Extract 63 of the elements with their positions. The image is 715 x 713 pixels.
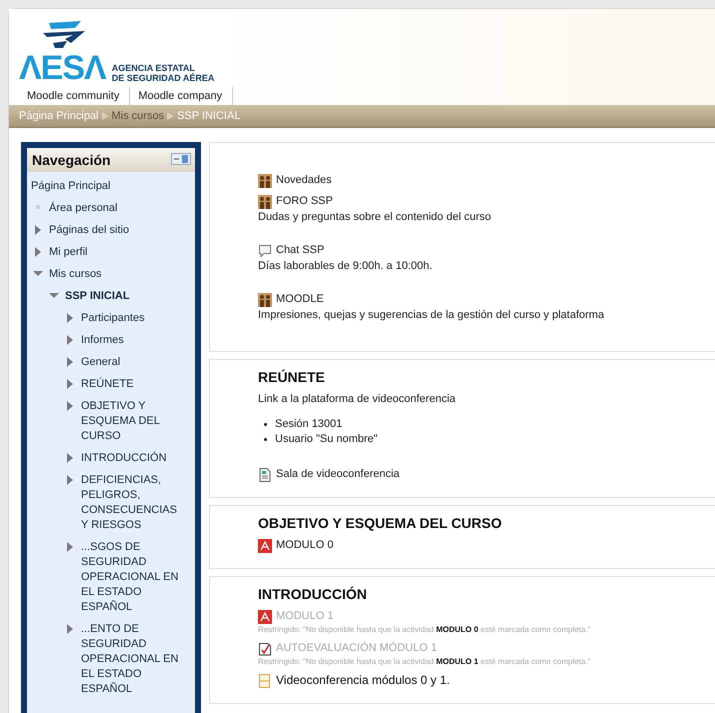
pdf-icon[interactable] bbox=[258, 538, 272, 552]
activity-link[interactable]: Videoconferencia módulos 0 y 1. bbox=[276, 673, 450, 688]
nav-link[interactable]: INTRODUCCIÓN bbox=[81, 451, 175, 466]
nav-link[interactable]: SSP INICIAL bbox=[65, 289, 138, 304]
nav-link[interactable]: ...ENTO DE SEGURIDAD OPERACIONAL EN EL ESTADO ESPAÑOL bbox=[81, 622, 193, 697]
section-summary: Link a la plataforma de videoconferencia bbox=[258, 392, 457, 407]
caret-down-icon[interactable] bbox=[49, 291, 59, 301]
wings-icon bbox=[41, 21, 87, 49]
nav-link[interactable]: Participantes bbox=[81, 311, 153, 326]
dock-toggle-icon[interactable] bbox=[171, 153, 191, 165]
block-title: Navegación bbox=[32, 152, 111, 168]
caret-right-icon[interactable] bbox=[65, 624, 75, 634]
caret-right-icon[interactable] bbox=[65, 453, 75, 463]
checked-page-icon[interactable] bbox=[258, 642, 272, 656]
pdf-icon[interactable] bbox=[258, 610, 272, 624]
forum-people-icon[interactable] bbox=[258, 194, 272, 208]
file-icon[interactable] bbox=[258, 674, 272, 688]
activity-description: Días laborables de 9:00h. a 10:00h. bbox=[258, 259, 434, 274]
forum-people-icon[interactable] bbox=[258, 174, 272, 188]
caret-right-icon[interactable] bbox=[65, 313, 75, 323]
nav-link[interactable]: OBJETIVO Y ESQUEMA DEL CURSO bbox=[81, 399, 193, 444]
caret-right-icon[interactable] bbox=[65, 401, 75, 411]
restriction-note: Restringido: "No disponible hasta que la actividad MODULO 0 esté marcada como completa." bbox=[258, 624, 592, 636]
nav-link[interactable]: General bbox=[81, 355, 128, 370]
nav-link[interactable]: REÚNETE bbox=[81, 377, 142, 392]
nav-link[interactable]: ...SGOS DE SEGURIDAD OPERACIONAL EN EL ESTADO ESPAÑOL bbox=[81, 540, 193, 615]
nav-link[interactable]: DEFICIENCIAS, PELIGROS, CONSECUENCIAS Y RIESGOS bbox=[81, 473, 193, 533]
caret-right-icon[interactable] bbox=[65, 542, 75, 552]
nav-link[interactable]: Páginas del sitio bbox=[49, 223, 138, 238]
list-text: Usuario "Su nombre" bbox=[275, 432, 378, 447]
section-title: INTRODUCCIÓN bbox=[258, 585, 368, 603]
caret-right-icon[interactable] bbox=[33, 247, 43, 257]
activity-description: Impresiones, quejas y sugerencias de la gestión del curso y plataforma bbox=[258, 308, 606, 323]
activity-link[interactable]: Sala de videoconferencia bbox=[276, 467, 400, 482]
activity-link[interactable]: MOODLE bbox=[276, 292, 324, 307]
nav-link[interactable]: Mi perfil bbox=[49, 245, 96, 260]
section-title: OBJETIVO Y ESQUEMA DEL CURSO bbox=[258, 514, 503, 532]
nav-link[interactable]: Área personal bbox=[49, 201, 126, 216]
caret-right-icon[interactable] bbox=[65, 335, 75, 345]
bullet-icon bbox=[264, 438, 267, 441]
activity-link[interactable]: FORO SSP bbox=[276, 194, 333, 209]
list-text: Sesión 13001 bbox=[275, 417, 342, 432]
caret-right-icon[interactable] bbox=[33, 225, 43, 235]
caret-right-icon[interactable] bbox=[65, 379, 75, 389]
activity-description: Dudas y preguntas sobre el contenido del curso bbox=[258, 210, 492, 225]
triangle-separator-icon bbox=[102, 112, 108, 120]
restriction-note: Restringido: "No disponible hasta que la actividad MODULO 1 esté marcada como completa." bbox=[258, 656, 592, 668]
document-icon[interactable] bbox=[258, 468, 272, 482]
section-title: REÚNETE bbox=[258, 368, 326, 386]
bullet-icon bbox=[34, 203, 42, 211]
activity-link[interactable]: MODULO 0 bbox=[276, 538, 334, 553]
activity-link[interactable]: Chat SSP bbox=[276, 243, 324, 258]
caret-right-icon[interactable] bbox=[65, 475, 75, 485]
triangle-separator-icon bbox=[167, 112, 174, 120]
nav-link[interactable]: Mis cursos bbox=[49, 267, 110, 282]
activity-link[interactable]: Novedades bbox=[276, 173, 332, 188]
forum-people-icon[interactable] bbox=[258, 292, 272, 306]
speech-bubble-icon[interactable] bbox=[258, 244, 272, 258]
bullet-icon bbox=[264, 423, 267, 426]
nav-link[interactable]: Informes bbox=[81, 333, 132, 348]
caret-down-icon[interactable] bbox=[33, 269, 43, 279]
caret-right-icon[interactable] bbox=[65, 357, 75, 367]
nav-link[interactable]: Página Principal bbox=[31, 179, 118, 194]
